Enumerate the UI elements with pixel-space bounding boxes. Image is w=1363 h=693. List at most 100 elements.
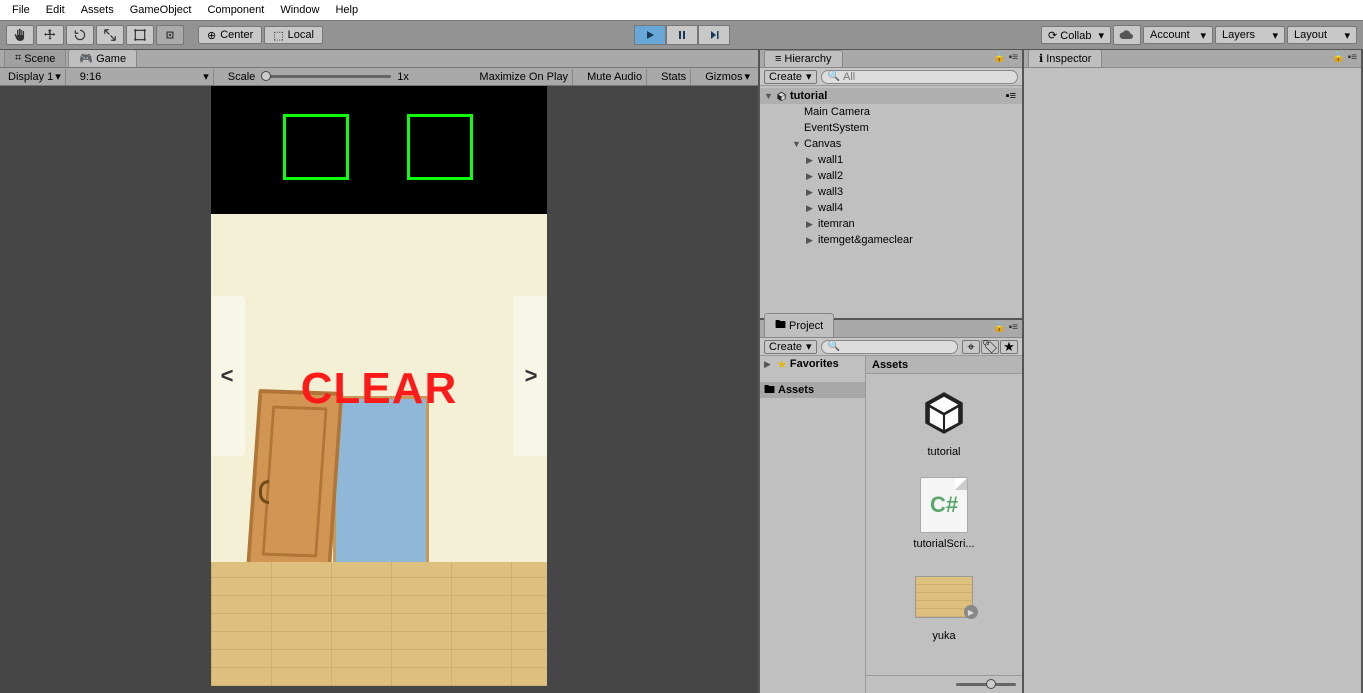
- aspect-dropdown[interactable]: 9:16 ▾: [76, 69, 214, 85]
- inventory-slot-2[interactable]: [407, 114, 473, 180]
- hand-tool-button[interactable]: [6, 25, 34, 45]
- layout-dropdown[interactable]: Layout▾: [1287, 26, 1357, 44]
- hierarchy-tree: ▼ tutorial ▪≡ Main CameraEventSystem▼Can…: [760, 86, 1022, 318]
- project-toolbar: Create ▾ 🔍 ⌖ 🏷 ★: [760, 338, 1022, 356]
- inventory-bar: [211, 86, 547, 214]
- hierarchy-item[interactable]: ▶wall4: [760, 200, 1022, 216]
- tab-game[interactable]: 🎮Game: [68, 50, 137, 67]
- project-asset-grid: tutorial C# tutorialScri... yuka: [866, 374, 1022, 675]
- play-controls: [634, 25, 730, 45]
- hierarchy-toolbar: Create ▾ 🔍All: [760, 68, 1022, 86]
- local-icon: ⬚: [273, 29, 283, 42]
- game-toolbar: Display 1 ▾ 9:16 ▾ Scale 1x Maximize On …: [0, 68, 758, 86]
- expand-arrow-icon[interactable]: ▼: [792, 139, 802, 149]
- play-button[interactable]: [634, 25, 666, 45]
- info-icon: ℹ: [1039, 52, 1043, 65]
- expand-arrow-icon[interactable]: ▶: [806, 203, 816, 214]
- expand-arrow-icon[interactable]: ▶: [806, 235, 816, 246]
- tab-project[interactable]: 🖿Project: [764, 313, 834, 337]
- project-footer: [866, 675, 1022, 693]
- project-breadcrumb[interactable]: Assets: [866, 356, 1022, 374]
- star-icon: ★: [777, 358, 787, 371]
- inspector-body: [1024, 68, 1361, 693]
- project-lock-icon[interactable]: 🔒 ▪≡: [993, 322, 1018, 333]
- clear-overlay-text: CLEAR: [211, 364, 547, 414]
- hierarchy-lock-icon[interactable]: 🔒 ▪≡: [993, 52, 1018, 63]
- expand-arrow-icon[interactable]: ▶: [806, 171, 816, 182]
- hierarchy-item[interactable]: ▶wall3: [760, 184, 1022, 200]
- view-tab-strip: ⌗Scene 🎮Game: [0, 50, 758, 68]
- scale-tool-button[interactable]: [96, 25, 124, 45]
- stats-toggle[interactable]: Stats: [657, 69, 691, 85]
- scale-control[interactable]: Scale 1x: [224, 69, 413, 85]
- scale-slider[interactable]: [261, 75, 391, 78]
- asset-script[interactable]: C# tutorialScri...: [904, 476, 984, 550]
- floor: [211, 562, 547, 686]
- hierarchy-panel: ≡Hierarchy 🔒 ▪≡ Create ▾ 🔍All ▼ tutorial…: [760, 50, 1022, 320]
- game-view: < > CLEAR: [0, 86, 758, 693]
- game-column: ⌗Scene 🎮Game Display 1 ▾ 9:16 ▾ Scale 1x…: [0, 50, 760, 693]
- tab-hierarchy[interactable]: ≡Hierarchy: [764, 50, 843, 67]
- expand-arrow-icon[interactable]: ▶: [806, 219, 816, 230]
- rotate-tool-button[interactable]: [66, 25, 94, 45]
- scene-options-icon[interactable]: ▪≡: [1006, 90, 1022, 102]
- mute-toggle[interactable]: Mute Audio: [583, 69, 647, 85]
- maximize-toggle[interactable]: Maximize On Play: [475, 69, 573, 85]
- pivot-center-button[interactable]: ⊕Center: [198, 26, 262, 44]
- inventory-slot-1[interactable]: [283, 114, 349, 180]
- tab-inspector[interactable]: ℹInspector: [1028, 50, 1102, 67]
- pivot-local-button[interactable]: ⬚Local: [264, 26, 323, 44]
- transform-tool-button[interactable]: [156, 25, 184, 45]
- account-dropdown[interactable]: Account▾: [1143, 26, 1213, 44]
- pause-button[interactable]: [666, 25, 698, 45]
- asset-zoom-slider[interactable]: [956, 683, 1016, 686]
- game-canvas[interactable]: < > CLEAR: [211, 86, 547, 686]
- project-content: Assets tutorial C# tutorialScri...: [866, 356, 1022, 693]
- hierarchy-scene-row[interactable]: ▼ tutorial ▪≡: [760, 88, 1022, 104]
- search-filter-label[interactable]: 🏷: [981, 340, 999, 354]
- hierarchy-search-input[interactable]: 🔍All: [821, 70, 1018, 84]
- gizmos-dropdown[interactable]: Gizmos ▾: [701, 69, 754, 85]
- hierarchy-create-dropdown[interactable]: Create ▾: [764, 70, 817, 84]
- asset-scene[interactable]: tutorial: [904, 384, 984, 458]
- hierarchy-item[interactable]: ▶itemran: [760, 216, 1022, 232]
- menu-window[interactable]: Window: [272, 2, 327, 18]
- menu-component[interactable]: Component: [199, 2, 272, 18]
- step-button[interactable]: [698, 25, 730, 45]
- hierarchy-item[interactable]: ▶wall2: [760, 168, 1022, 184]
- inspector-column: ℹInspector 🔒 ▪≡: [1024, 50, 1363, 693]
- hierarchy-item[interactable]: ▶itemget&gameclear: [760, 232, 1022, 248]
- project-create-dropdown[interactable]: Create ▾: [764, 340, 817, 354]
- unity-scene-icon: [774, 91, 788, 102]
- menu-edit[interactable]: Edit: [38, 2, 73, 18]
- cloud-button[interactable]: [1113, 25, 1141, 45]
- rect-tool-button[interactable]: [126, 25, 154, 45]
- hierarchy-project-column: ≡Hierarchy 🔒 ▪≡ Create ▾ 🔍All ▼ tutorial…: [760, 50, 1024, 693]
- search-filter-type[interactable]: ⌖: [962, 340, 980, 354]
- menu-bar: File Edit Assets GameObject Component Wi…: [0, 0, 1363, 20]
- hierarchy-item[interactable]: ▼Canvas: [760, 136, 1022, 152]
- hierarchy-item[interactable]: Main Camera: [760, 104, 1022, 120]
- search-filter-star[interactable]: ★: [1000, 340, 1018, 354]
- folder-favorites[interactable]: ▶★Favorites: [760, 356, 865, 372]
- inspector-lock-icon[interactable]: 🔒 ▪≡: [1332, 52, 1357, 63]
- collab-dropdown[interactable]: ⟳ Collab▾: [1041, 26, 1111, 44]
- display-dropdown[interactable]: Display 1 ▾: [4, 69, 66, 85]
- workspace: ⌗Scene 🎮Game Display 1 ▾ 9:16 ▾ Scale 1x…: [0, 50, 1363, 693]
- folder-assets[interactable]: 🖿Assets: [760, 382, 865, 398]
- menu-file[interactable]: File: [4, 2, 38, 18]
- expand-arrow-icon[interactable]: ▶: [806, 155, 816, 166]
- menu-assets[interactable]: Assets: [73, 2, 122, 18]
- hierarchy-item[interactable]: ▶wall1: [760, 152, 1022, 168]
- tab-scene[interactable]: ⌗Scene: [4, 50, 66, 67]
- door-opening: [333, 396, 429, 568]
- asset-texture[interactable]: yuka: [904, 568, 984, 642]
- expand-arrow-icon[interactable]: ▶: [806, 187, 816, 198]
- project-search-input[interactable]: 🔍: [821, 340, 958, 354]
- menu-gameobject[interactable]: GameObject: [122, 2, 200, 18]
- move-tool-button[interactable]: [36, 25, 64, 45]
- layers-dropdown[interactable]: Layers▾: [1215, 26, 1285, 44]
- hierarchy-item[interactable]: EventSystem: [760, 120, 1022, 136]
- door-knob: [259, 480, 269, 504]
- menu-help[interactable]: Help: [327, 2, 366, 18]
